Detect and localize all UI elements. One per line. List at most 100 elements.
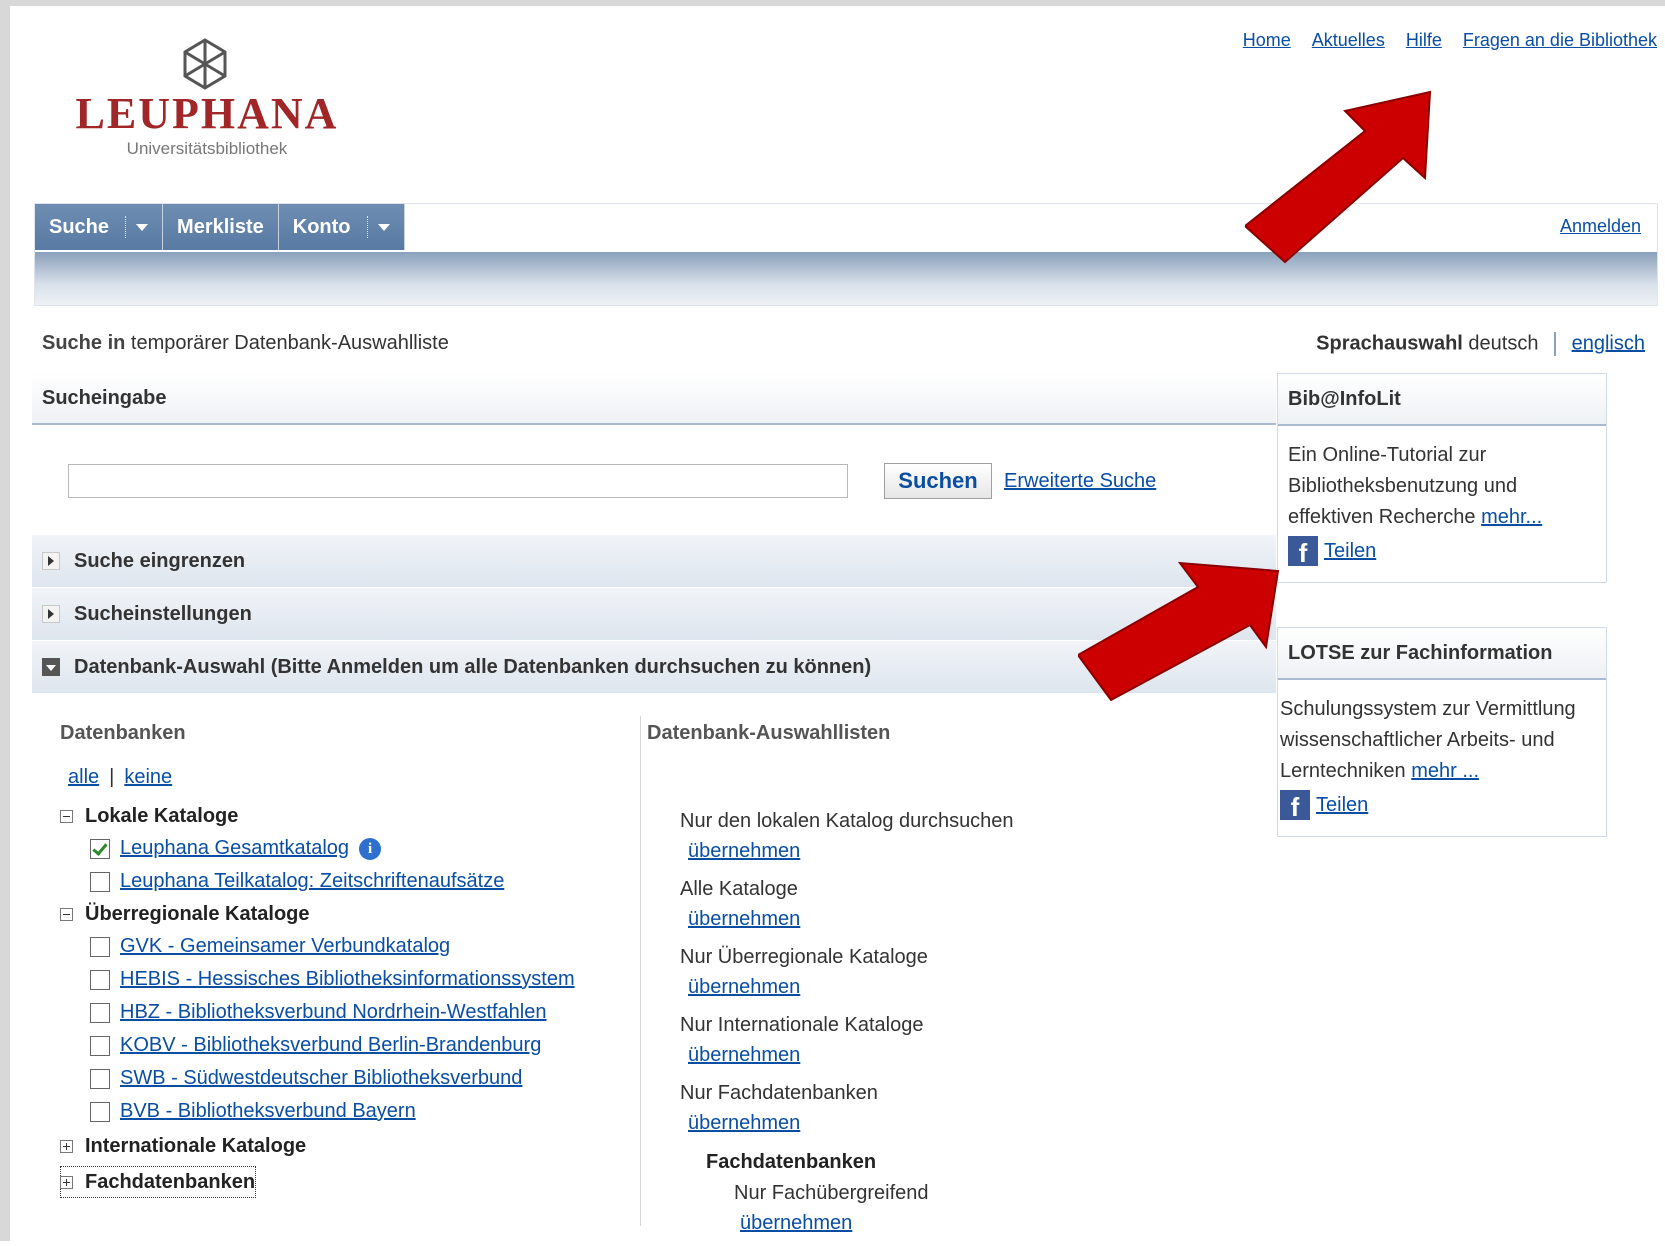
search-in-value: temporärer Datenbank-Auswahlliste	[130, 332, 449, 354]
group-subject-databases[interactable]: Fachdatenbanken	[60, 1166, 256, 1198]
database-item[interactable]: HEBIS - Hessisches Bibliotheksinformatio…	[60, 963, 640, 996]
collapse-down-icon	[42, 658, 60, 676]
checkbox-icon[interactable]	[90, 1068, 110, 1089]
database-item[interactable]: SWB - Südwestdeutscher Bibliotheksverbun…	[60, 1062, 640, 1095]
list-label: Nur Internationale Kataloge	[680, 1014, 924, 1036]
share-link[interactable]: Teilen	[1316, 790, 1368, 821]
expand-right-icon	[42, 605, 60, 623]
apply-link[interactable]: übernehmen	[688, 840, 800, 862]
database-link[interactable]: Leuphana Gesamtkatalog	[120, 837, 349, 860]
group-local-catalogs[interactable]: Lokale Kataloge	[60, 800, 640, 832]
list-subgroup: Fachdatenbanken	[706, 1151, 877, 1173]
search-input[interactable]	[68, 464, 848, 498]
infolit-share[interactable]: f Teilen	[1288, 533, 1596, 569]
list-label: Alle Kataloge	[680, 878, 798, 900]
list-label: Nur Fachübergreifend	[734, 1182, 929, 1204]
database-item[interactable]: BVB - Bibliotheksverbund Bayern	[60, 1095, 640, 1128]
search-in-info: Suche in temporärer Datenbank-Auswahllis…	[42, 332, 449, 355]
link-help[interactable]: Hilfe	[1406, 30, 1442, 50]
lotse-title: LOTSE zur Fachinformation	[1278, 628, 1606, 680]
infolit-title: Bib@InfoLit	[1278, 374, 1606, 426]
select-none-link[interactable]: keine	[124, 766, 172, 788]
list-label: Nur Überregionale Kataloge	[680, 946, 928, 968]
tab-search[interactable]: Suche	[35, 204, 164, 250]
login-link[interactable]: Anmelden	[1560, 216, 1641, 237]
library-logo[interactable]: LEUPHANA Universitätsbibliothek	[42, 38, 372, 163]
database-item[interactable]: HBZ - Bibliotheksverbund Nordrhein-Westf…	[60, 996, 640, 1029]
tab-account[interactable]: Konto	[278, 204, 405, 250]
section-narrow-label: Suche eingrenzen	[74, 549, 246, 572]
database-link[interactable]: HEBIS - Hessisches Bibliotheksinformatio…	[120, 968, 575, 991]
lotse-share[interactable]: f Teilen	[1280, 787, 1596, 823]
checkbox-icon[interactable]	[90, 1002, 110, 1023]
main-content: Sucheingabe Suchen Erweiterte Suche Such…	[32, 373, 1276, 1234]
lotse-more-link[interactable]: mehr ...	[1411, 760, 1479, 782]
database-link[interactable]: GVK - Gemeinsamer Verbundkatalog	[120, 935, 450, 958]
apply-link[interactable]: übernehmen	[740, 1212, 852, 1234]
pipe-separator: |	[109, 766, 115, 788]
language-english-link[interactable]: englisch	[1572, 332, 1645, 354]
group-label: Lokale Kataloge	[85, 804, 239, 827]
apply-link[interactable]: übernehmen	[688, 976, 800, 998]
language-current: deutsch	[1468, 332, 1539, 355]
logo-subtitle: Universitätsbibliothek	[126, 139, 288, 158]
database-link[interactable]: HBZ - Bibliotheksverbund Nordrhein-Westf…	[120, 1001, 547, 1024]
advanced-search-link[interactable]: Erweiterte Suche	[1004, 470, 1156, 493]
tab-watchlist-label: Merkliste	[177, 215, 264, 238]
checkbox-icon[interactable]	[90, 838, 110, 859]
section-settings-label: Sucheinstellungen	[74, 602, 252, 625]
list-label: Nur den lokalen Katalog durchsuchen	[680, 810, 1014, 832]
section-dbselect-label: Datenbank-Auswahl (Bitte Anmelden um all…	[74, 655, 872, 678]
search-row: Suchen Erweiterte Suche	[32, 425, 1276, 535]
database-item[interactable]: GVK - Gemeinsamer Verbundkatalog	[60, 930, 640, 963]
link-ask-library[interactable]: Fragen an die Bibliothek	[1463, 30, 1657, 50]
checkbox-icon[interactable]	[90, 871, 110, 892]
database-link[interactable]: Leuphana Teilkatalog: Zeitschriftenaufsä…	[120, 870, 504, 893]
logo-name: LEUPHANA	[75, 89, 339, 138]
tab-search-label: Suche	[49, 215, 110, 238]
group-international-catalogs[interactable]: Internationale Kataloge	[60, 1130, 640, 1162]
checkbox-icon[interactable]	[90, 1035, 110, 1056]
apply-link[interactable]: übernehmen	[688, 1112, 800, 1134]
select-all-none: alle | keine	[68, 766, 172, 789]
database-area: Datenbanken Datenbank-Auswahllisten alle…	[32, 694, 1276, 1234]
group-label: Fachdatenbanken	[85, 1170, 256, 1193]
caret-down-icon[interactable]	[377, 223, 390, 231]
tree-plus-icon[interactable]	[60, 1139, 73, 1153]
database-item[interactable]: Leuphana Teilkatalog: Zeitschriftenaufsä…	[60, 865, 640, 898]
database-link[interactable]: KOBV - Bibliotheksverbund Berlin-Branden…	[120, 1034, 541, 1057]
share-link[interactable]: Teilen	[1324, 536, 1376, 567]
infolit-more-link[interactable]: mehr...	[1481, 506, 1542, 528]
tree-minus-icon[interactable]	[60, 907, 73, 921]
database-item[interactable]: KOBV - Bibliotheksverbund Berlin-Branden…	[60, 1029, 640, 1062]
apply-link[interactable]: übernehmen	[688, 908, 800, 930]
database-link[interactable]: SWB - Südwestdeutscher Bibliotheksverbun…	[120, 1067, 522, 1090]
checkbox-icon[interactable]	[90, 936, 110, 957]
tab-separator	[366, 216, 368, 238]
language-label: Sprachauswahl	[1316, 332, 1463, 355]
select-all-link[interactable]: alle	[68, 766, 99, 788]
selection-lists-heading: Datenbank-Auswahllisten	[647, 722, 891, 744]
tab-separator	[125, 216, 127, 238]
language-selector: Sprachauswahl deutsch englisch	[1316, 332, 1645, 356]
checkbox-icon[interactable]	[90, 969, 110, 990]
info-icon[interactable]: i	[359, 837, 382, 860]
checkbox-icon[interactable]	[90, 1101, 110, 1122]
red-arrow-icon	[1245, 90, 1432, 264]
caret-down-icon[interactable]	[136, 223, 149, 231]
tree-plus-icon[interactable]	[60, 1175, 73, 1189]
search-panel-title: Sucheingabe	[32, 373, 1276, 425]
search-button[interactable]: Suchen	[884, 463, 992, 499]
group-supraregional-catalogs[interactable]: Überregionale Kataloge	[60, 898, 640, 930]
lotse-box: LOTSE zur Fachinformation Schulungssyste…	[1277, 627, 1607, 837]
apply-link[interactable]: übernehmen	[688, 1044, 800, 1066]
database-item[interactable]: Leuphana Gesamtkatalog i	[60, 832, 640, 865]
database-link[interactable]: BVB - Bibliotheksverbund Bayern	[120, 1100, 416, 1123]
tree-minus-icon[interactable]	[60, 809, 73, 823]
facebook-icon[interactable]: f	[1280, 790, 1310, 820]
link-news[interactable]: Aktuelles	[1312, 30, 1385, 50]
tab-watchlist[interactable]: Merkliste	[163, 204, 279, 250]
infolit-box: Bib@InfoLit Ein Online-Tutorial zur Bibl…	[1277, 373, 1607, 583]
link-home[interactable]: Home	[1243, 30, 1291, 50]
red-arrow-icon	[1078, 561, 1280, 702]
